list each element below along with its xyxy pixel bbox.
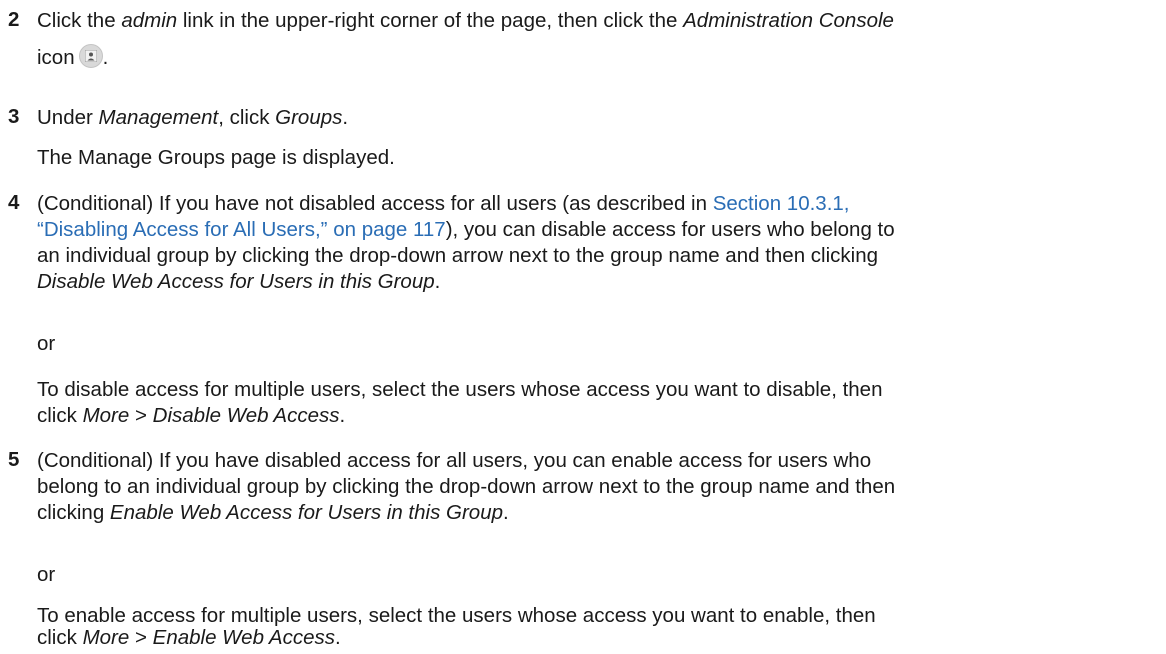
disable-web-access-group-term: Disable Web Access for Users in this Gro… bbox=[37, 270, 435, 293]
groups-term: Groups bbox=[275, 106, 343, 129]
step-text: (Conditional) If you have not disabled a… bbox=[37, 191, 1162, 295]
or-text: or bbox=[37, 563, 56, 586]
enable-web-access-group-term: Enable Web Access for Users in this Grou… bbox=[109, 501, 504, 524]
step-line: clicking Enable Web Access for Users in … bbox=[37, 501, 509, 524]
disable-web-access-term: Disable Web Access bbox=[152, 404, 340, 427]
step-line: (Conditional) If you have not disabled a… bbox=[37, 192, 850, 215]
alternative-text: To disable access for multiple users, se… bbox=[37, 378, 883, 427]
step-number: 3 bbox=[8, 105, 20, 128]
enable-web-access-term: Enable Web Access bbox=[152, 626, 335, 649]
result-text: The Manage Groups page is displayed. bbox=[37, 146, 395, 169]
step-text: (Conditional) If you have disabled acces… bbox=[37, 448, 1162, 526]
step-line: (Conditional) If you have disabled acces… bbox=[37, 449, 872, 472]
admin-term: admin bbox=[121, 9, 178, 32]
step-number: 5 bbox=[8, 448, 20, 471]
section-link[interactable]: Section 10.3.1, bbox=[713, 192, 850, 215]
step-number: 2 bbox=[8, 8, 20, 31]
more-term: More bbox=[82, 404, 130, 427]
step-line: icon. bbox=[37, 44, 109, 69]
step-number: 4 bbox=[8, 191, 20, 214]
administration-console-term: Administration Console bbox=[683, 9, 894, 32]
step-line: Click the admin link in the upper-right … bbox=[37, 9, 894, 32]
administration-console-icon bbox=[78, 44, 103, 68]
management-term: Management bbox=[98, 106, 219, 129]
or-text: or bbox=[37, 332, 56, 355]
step-line: belong to an individual group by clickin… bbox=[37, 475, 896, 498]
step-line: an individual group by clicking the drop… bbox=[37, 244, 879, 267]
step-line: “Disabling Access for All Users,” on pag… bbox=[37, 218, 895, 241]
step-line: Disable Web Access for Users in this Gro… bbox=[37, 270, 441, 293]
step-text: Under Management, click Groups. bbox=[37, 105, 1162, 131]
step-text: Click the admin link in the upper-right … bbox=[37, 8, 1162, 71]
more-term: More bbox=[82, 626, 130, 649]
step-line: Under Management, click Groups. bbox=[37, 106, 349, 129]
alternative-text: To enable access for multiple users, sel… bbox=[37, 604, 876, 649]
section-link-continued[interactable]: “Disabling Access for All Users,” on pag… bbox=[37, 218, 446, 241]
